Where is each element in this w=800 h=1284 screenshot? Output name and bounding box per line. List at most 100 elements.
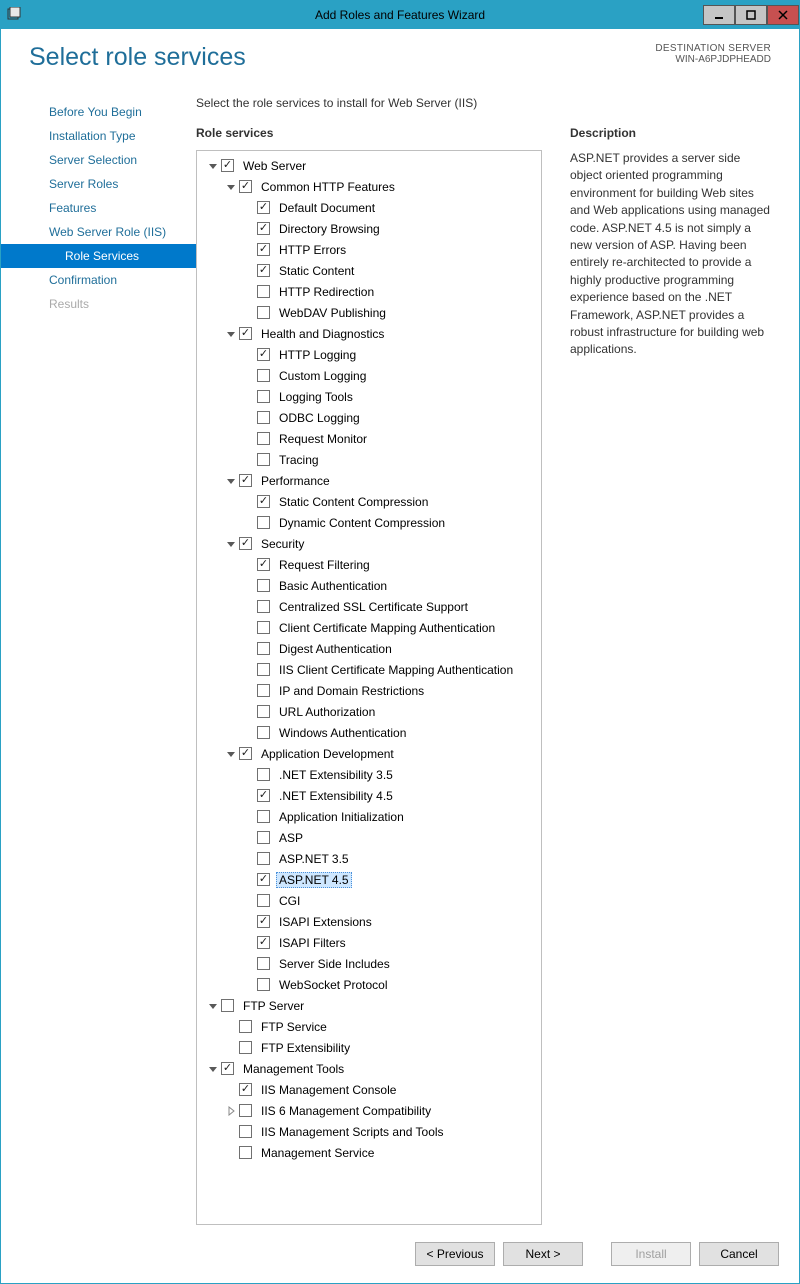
tree-checkbox[interactable] (257, 915, 270, 928)
tree-checkbox[interactable] (257, 642, 270, 655)
tree-checkbox[interactable] (257, 789, 270, 802)
tree-item[interactable]: WebDAV Publishing (199, 302, 539, 323)
tree-checkbox[interactable] (257, 705, 270, 718)
tree-item[interactable]: ODBC Logging (199, 407, 539, 428)
tree-item[interactable]: Custom Logging (199, 365, 539, 386)
minimize-button[interactable] (703, 5, 735, 25)
tree-item[interactable]: ISAPI Extensions (199, 911, 539, 932)
tree-item[interactable]: URL Authorization (199, 701, 539, 722)
tree-item-label[interactable]: Application Initialization (276, 810, 407, 824)
tree-item-label[interactable]: Digest Authentication (276, 642, 395, 656)
tree-item[interactable]: Windows Authentication (199, 722, 539, 743)
tree-item-label[interactable]: Directory Browsing (276, 222, 383, 236)
tree-checkbox[interactable] (239, 1041, 252, 1054)
tree-checkbox[interactable] (257, 348, 270, 361)
step-web-server-role-iis-[interactable]: Web Server Role (IIS) (1, 220, 196, 244)
role-services-tree[interactable]: Web ServerCommon HTTP FeaturesDefault Do… (196, 150, 542, 1225)
tree-checkbox[interactable] (239, 1125, 252, 1138)
step-role-services[interactable]: Role Services (1, 244, 196, 268)
tree-item[interactable]: Logging Tools (199, 386, 539, 407)
tree-item-label[interactable]: IIS Management Scripts and Tools (258, 1125, 447, 1139)
tree-item[interactable]: IP and Domain Restrictions (199, 680, 539, 701)
expand-open-icon[interactable] (207, 1063, 219, 1075)
tree-item[interactable]: .NET Extensibility 4.5 (199, 785, 539, 806)
tree-item[interactable]: HTTP Redirection (199, 281, 539, 302)
tree-item[interactable]: Application Initialization (199, 806, 539, 827)
tree-checkbox[interactable] (239, 1083, 252, 1096)
tree-item[interactable]: Digest Authentication (199, 638, 539, 659)
tree-checkbox[interactable] (257, 768, 270, 781)
tree-checkbox[interactable] (257, 621, 270, 634)
tree-item-label[interactable]: .NET Extensibility 3.5 (276, 768, 396, 782)
tree-checkbox[interactable] (257, 285, 270, 298)
tree-item[interactable]: FTP Service (199, 1016, 539, 1037)
tree-checkbox[interactable] (257, 516, 270, 529)
tree-item[interactable]: Health and Diagnostics (199, 323, 539, 344)
tree-checkbox[interactable] (257, 831, 270, 844)
tree-item[interactable]: .NET Extensibility 3.5 (199, 764, 539, 785)
tree-item-label[interactable]: Static Content Compression (276, 495, 431, 509)
tree-item[interactable]: IIS Management Scripts and Tools (199, 1121, 539, 1142)
expand-open-icon[interactable] (225, 181, 237, 193)
tree-item[interactable]: Basic Authentication (199, 575, 539, 596)
step-before-you-begin[interactable]: Before You Begin (1, 100, 196, 124)
tree-item-label[interactable]: Dynamic Content Compression (276, 516, 448, 530)
tree-checkbox[interactable] (257, 201, 270, 214)
tree-checkbox[interactable] (257, 873, 270, 886)
tree-checkbox[interactable] (221, 159, 234, 172)
tree-item-label[interactable]: FTP Service (258, 1020, 330, 1034)
tree-checkbox[interactable] (257, 894, 270, 907)
expand-closed-icon[interactable] (225, 1105, 237, 1117)
tree-checkbox[interactable] (257, 852, 270, 865)
tree-item[interactable]: Common HTTP Features (199, 176, 539, 197)
tree-item[interactable]: Tracing (199, 449, 539, 470)
cancel-button[interactable]: Cancel (699, 1242, 779, 1266)
tree-item-label[interactable]: Security (258, 537, 307, 551)
next-button[interactable]: Next > (503, 1242, 583, 1266)
tree-checkbox[interactable] (257, 495, 270, 508)
tree-checkbox[interactable] (239, 1104, 252, 1117)
tree-item[interactable]: Application Development (199, 743, 539, 764)
tree-item-label[interactable]: FTP Extensibility (258, 1041, 353, 1055)
tree-item-label[interactable]: Performance (258, 474, 333, 488)
tree-item-label[interactable]: ASP.NET 3.5 (276, 852, 352, 866)
tree-checkbox[interactable] (239, 537, 252, 550)
tree-item[interactable]: Server Side Includes (199, 953, 539, 974)
tree-checkbox[interactable] (257, 684, 270, 697)
step-confirmation[interactable]: Confirmation (1, 268, 196, 292)
tree-item[interactable]: ISAPI Filters (199, 932, 539, 953)
tree-item-label[interactable]: Request Monitor (276, 432, 370, 446)
tree-item-label[interactable]: Application Development (258, 747, 397, 761)
maximize-button[interactable] (735, 5, 767, 25)
tree-checkbox[interactable] (239, 1146, 252, 1159)
tree-item[interactable]: CGI (199, 890, 539, 911)
tree-item-label[interactable]: HTTP Logging (276, 348, 359, 362)
tree-item[interactable]: Centralized SSL Certificate Support (199, 596, 539, 617)
tree-item[interactable]: Client Certificate Mapping Authenticatio… (199, 617, 539, 638)
tree-item[interactable]: ASP.NET 4.5 (199, 869, 539, 890)
step-server-roles[interactable]: Server Roles (1, 172, 196, 196)
tree-item-label[interactable]: WebDAV Publishing (276, 306, 389, 320)
tree-checkbox[interactable] (239, 474, 252, 487)
tree-item[interactable]: Request Monitor (199, 428, 539, 449)
tree-checkbox[interactable] (221, 1062, 234, 1075)
tree-checkbox[interactable] (257, 369, 270, 382)
tree-checkbox[interactable] (257, 222, 270, 235)
tree-checkbox[interactable] (257, 558, 270, 571)
tree-item-label[interactable]: Static Content (276, 264, 357, 278)
tree-checkbox[interactable] (257, 726, 270, 739)
tree-item-label[interactable]: WebSocket Protocol (276, 978, 391, 992)
tree-item-label[interactable]: Health and Diagnostics (258, 327, 387, 341)
tree-item-label[interactable]: Management Tools (240, 1062, 347, 1076)
tree-item[interactable]: Management Tools (199, 1058, 539, 1079)
previous-button[interactable]: < Previous (415, 1242, 495, 1266)
tree-item-label[interactable]: Logging Tools (276, 390, 356, 404)
tree-checkbox[interactable] (257, 600, 270, 613)
tree-item[interactable]: FTP Extensibility (199, 1037, 539, 1058)
tree-item-label[interactable]: Centralized SSL Certificate Support (276, 600, 471, 614)
tree-item-label[interactable]: Request Filtering (276, 558, 373, 572)
tree-item-label[interactable]: URL Authorization (276, 705, 378, 719)
tree-checkbox[interactable] (239, 180, 252, 193)
tree-checkbox[interactable] (239, 327, 252, 340)
tree-item-label[interactable]: IIS Client Certificate Mapping Authentic… (276, 663, 516, 677)
